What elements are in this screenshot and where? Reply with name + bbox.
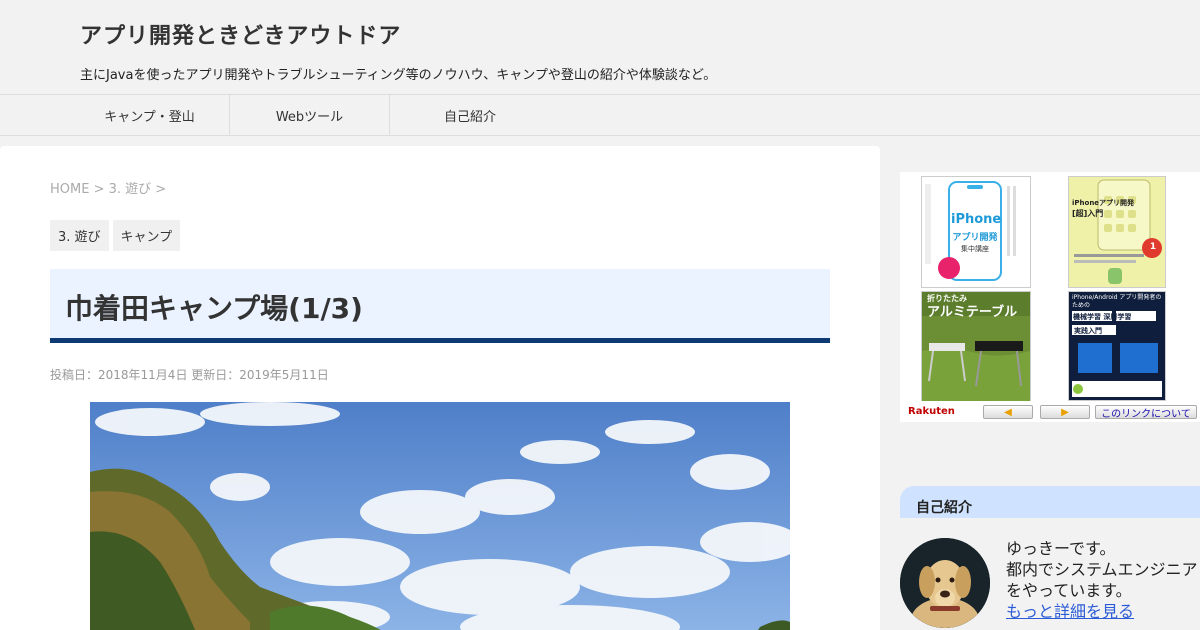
breadcrumb-category[interactable]: 3. 遊び [109,182,152,197]
ad-book-1-subtitle: アプリ開発 [952,233,998,243]
category-tag-camp[interactable]: キャンプ [112,220,181,251]
ad-about-link[interactable]: このリンクについて [1095,405,1197,420]
breadcrumb-tail: > [151,182,167,197]
article-main: HOME > 3. 遊び > 3. 遊び キャンプ 巾着田キャンプ場(1/3) … [0,146,880,630]
profile-bio-line-1: ゆっきーです。 [1006,539,1116,558]
profile-bio-line-2: 都内でシステムエンジニア [1006,560,1198,579]
avatar [900,538,990,628]
ad-book-2-cover [1068,176,1166,288]
ad-book-3-title: アルミテーブル [927,305,1018,320]
breadcrumb: HOME > 3. 遊び > [50,178,166,197]
profile-widget-heading: 自己紹介 [900,486,1200,518]
ad-prev-button[interactable]: ◀ [983,405,1033,419]
category-tag-asobi[interactable]: 3. 遊び [50,220,109,251]
breadcrumb-sep: > [89,182,109,197]
ad-book-2-title: iPhoneアプリ開発 [1072,199,1135,207]
ad-book-2-subtitle: [超]入門 [1072,209,1104,218]
nav-item-profile[interactable]: 自己紹介 [390,95,550,135]
entry-title: 巾着田キャンプ場(1/3) [65,292,363,325]
profile-heading-label: 自己紹介 [916,500,972,516]
ad-book-1-tag: 集中講座 [961,245,989,253]
hero-photo [90,402,790,630]
profile-bio: ゆっきーです。 都内でシステムエンジニア をやっています。 もっと詳細を見る [1006,538,1198,622]
nav-item-camp[interactable]: キャンプ・登山 [70,95,230,135]
site-title[interactable]: アプリ開発ときどきアウトドア [80,18,401,50]
profile-bio-line-3: をやっています。 [1006,581,1132,600]
ad-next-button[interactable]: ▶ [1040,405,1090,419]
ad-book-3[interactable]: 折りたたみ アルミテーブル [921,291,1031,401]
breadcrumb-home[interactable]: HOME [50,182,89,197]
nav-item-webtool[interactable]: Webツール [230,95,390,135]
site-description: 主にJavaを使ったアプリ開発やトラブルシューティング等のノウハウ、キャンプや登… [80,68,717,83]
rakuten-ad: iPhone アプリ開発 集中講座 iPhoneアプリ開発 [超]入門 1 折り… [900,172,1200,422]
global-nav: キャンプ・登山 Webツール 自己紹介 [0,94,1200,136]
site-header: アプリ開発ときどきアウトドア 主にJavaを使ったアプリ開発やトラブルシューティ… [0,0,1200,94]
profile-more-link[interactable]: もっと詳細を見る [1006,601,1198,622]
dog-avatar-image [900,538,990,628]
post-dates: 投稿日：2018年11月4日 更新日：2019年5月11日 [50,368,329,382]
ad-footer: Rakuten ◀ ▶ このリンクについて [900,402,1200,422]
ad-book-1-title: iPhone [951,212,1002,227]
hero-photo-image [90,402,790,630]
rakuten-logo[interactable]: Rakuten [908,406,955,417]
entry-title-box: 巾着田キャンプ場(1/3) [50,269,830,343]
ad-book-2[interactable]: iPhoneアプリ開発 [超]入門 1 [1068,176,1166,288]
category-tags: 3. 遊び キャンプ [50,220,181,251]
ad-book-4-title: 機械学習 深層学習 [1073,313,1132,321]
ad-book-4-tag: 実践入門 [1074,327,1102,335]
ad-book-2-tag: 1 [1149,242,1157,252]
ad-book-4-subtitle: iPhone/Android アプリ開発者のための [1072,294,1162,309]
ad-book-4[interactable]: iPhone/Android アプリ開発者のための 機械学習 深層学習 実践入門 [1068,291,1166,401]
ad-book-1[interactable]: iPhone アプリ開発 集中講座 [921,176,1031,288]
